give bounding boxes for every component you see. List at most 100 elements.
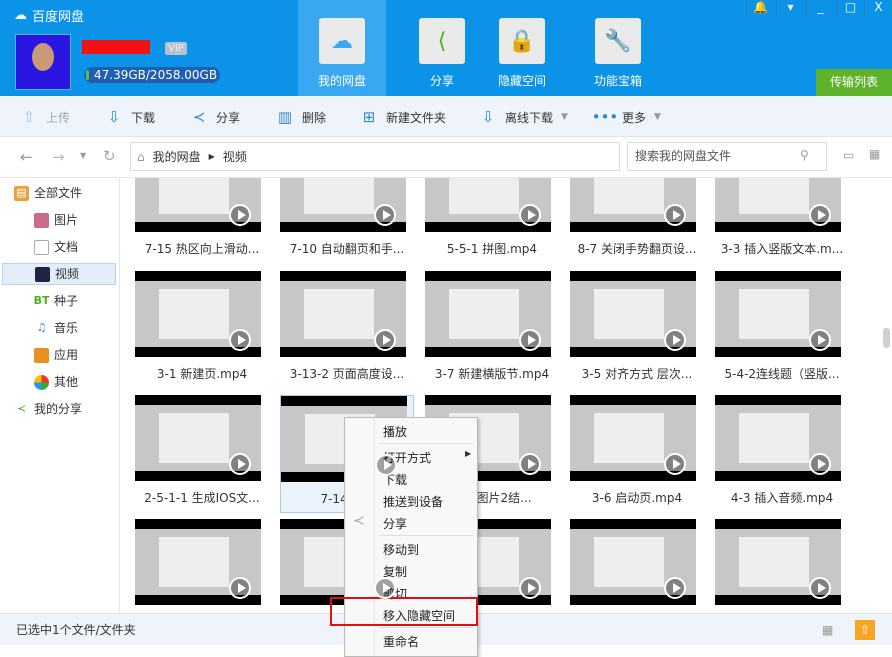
tab-hidden-space[interactable]: 🔒 隐藏空间 [478,0,566,96]
menu-item-rename[interactable]: 重命名 [383,633,419,650]
file-item[interactable]: 3-6 启动页.mp4 [570,395,704,513]
breadcrumb-root[interactable]: 我的网盘 [153,148,201,165]
delete-button[interactable]: ▥ 删除 [276,108,326,126]
more-button[interactable]: ••• 更多 ▼ [592,108,661,126]
video-thumbnail[interactable] [425,178,551,232]
video-thumbnail[interactable] [280,178,406,232]
play-icon[interactable] [664,329,686,351]
play-icon[interactable] [664,204,686,226]
file-item[interactable] [570,519,704,613]
file-item[interactable]: 8-7 关闭手势翻页设... [570,178,704,264]
menu-item-push-to-device[interactable]: 推送到设备 [383,493,443,510]
search-input[interactable]: 搜索我的网盘文件 [627,142,827,171]
play-icon[interactable] [374,204,396,226]
play-icon[interactable] [229,329,251,351]
video-thumbnail[interactable] [135,178,261,232]
list-view-icon[interactable]: ▭ [843,148,854,162]
tab-my-disk[interactable]: ☁ 我的网盘 [298,0,386,96]
play-icon[interactable] [374,329,396,351]
play-icon[interactable] [809,453,831,475]
grid-icon[interactable]: ▦ [822,614,833,646]
file-item[interactable]: 5-4-2连线题（竖版... [715,271,849,389]
video-thumbnail[interactable] [570,271,696,357]
file-item[interactable]: 2-5-1-1 生成IOS文... [135,395,269,513]
bell-button[interactable]: 🔔 [746,0,774,18]
avatar[interactable] [15,34,71,90]
file-item[interactable]: 3-1 新建页.mp4 [135,271,269,389]
video-thumbnail[interactable] [715,178,841,232]
menu-item-play[interactable]: 播放 [383,423,407,440]
file-item[interactable] [135,519,269,613]
play-icon[interactable] [229,204,251,226]
sidebar-item-torrents[interactable]: BT 种子 [34,290,78,312]
close-button[interactable]: X [864,0,892,18]
video-thumbnail[interactable] [280,271,406,357]
sidebar-item-music[interactable]: ♫ 音乐 [34,317,78,339]
refresh-icon[interactable]: ↻ [103,147,116,165]
file-item[interactable]: 3-3 插入竖版文本.m... [715,178,849,264]
play-icon[interactable] [519,453,541,475]
video-thumbnail[interactable] [570,395,696,481]
file-item[interactable]: 4-3 插入音频.mp4 [715,395,849,513]
video-thumbnail[interactable] [715,519,841,605]
video-thumbnail[interactable] [425,271,551,357]
upload-top-icon[interactable]: ⇧ [855,620,875,640]
new-folder-button[interactable]: ⊞ 新建文件夹 [360,108,446,126]
play-icon[interactable] [374,577,396,599]
play-icon[interactable] [519,329,541,351]
download-button[interactable]: ⇩ 下载 [105,108,155,126]
forward-icon[interactable]: → [52,148,65,166]
play-icon[interactable] [664,453,686,475]
minimize-button[interactable]: _ [806,0,834,18]
file-item[interactable]: 7-10 自动翻页和手... [280,178,414,264]
tab-share[interactable]: ⟨ 分享 [398,0,486,96]
video-thumbnail[interactable] [715,271,841,357]
play-icon[interactable] [519,204,541,226]
menu-item-share[interactable]: 分享 [383,515,407,532]
grid-view-icon[interactable]: ▦ [869,147,880,161]
file-item[interactable]: 7-15 热区向上滑动... [135,178,269,264]
play-icon[interactable] [229,577,251,599]
file-item[interactable]: 3-13-2 页面高度设... [280,271,414,389]
file-item[interactable]: 3-5 对齐方式 层次... [570,271,704,389]
back-icon[interactable]: ← [20,148,33,166]
play-icon[interactable] [229,453,251,475]
vip-badge[interactable]: VIP [165,42,187,55]
sidebar-item-all-files[interactable]: ▤ 全部文件 [14,182,82,204]
offline-download-button[interactable]: ⇩ 离线下载 ▼ [479,108,568,126]
menu-item-move-to[interactable]: 移动到 [383,541,419,558]
file-item[interactable]: 3-7 新建横版节.mp4 [425,271,559,389]
file-item[interactable] [715,519,849,613]
tab-toolbox[interactable]: 🔧 功能宝箱 [574,0,662,96]
play-icon[interactable] [809,329,831,351]
play-icon[interactable] [519,577,541,599]
scrollbar-thumb[interactable] [883,328,890,348]
transfer-list-button[interactable]: 传输列表 [816,69,892,96]
video-thumbnail[interactable] [715,395,841,481]
video-thumbnail[interactable] [135,519,261,605]
file-item[interactable]: 5-5-1 拼图.mp4 [425,178,559,264]
play-icon[interactable] [809,577,831,599]
video-thumbnail[interactable] [570,519,696,605]
menu-button[interactable]: ▾ [776,0,804,18]
video-thumbnail[interactable] [135,395,261,481]
video-thumbnail[interactable] [570,178,696,232]
history-dropdown-icon[interactable]: ▼ [80,151,86,160]
sidebar-item-my-share[interactable]: ≺ 我的分享 [14,398,82,420]
play-icon[interactable] [375,454,397,476]
maximize-button[interactable]: □ [836,0,864,18]
play-icon[interactable] [664,577,686,599]
sidebar-item-videos[interactable]: 视频 [2,263,116,285]
upload-button[interactable]: ⇧ 上传 [20,108,70,126]
sidebar-item-other[interactable]: 其他 [34,371,78,393]
play-icon[interactable] [809,204,831,226]
sidebar-item-images[interactable]: 图片 [34,209,78,231]
search-icon[interactable]: ⚲ [800,148,809,162]
share-button[interactable]: ≺ 分享 [190,108,240,126]
video-thumbnail[interactable] [135,271,261,357]
scrollbar[interactable] [881,178,892,613]
breadcrumb-current[interactable]: 视频 [223,148,247,165]
label: 删除 [302,110,327,125]
sidebar-item-docs[interactable]: 文档 [34,236,78,258]
sidebar-item-apps[interactable]: 应用 [34,344,78,366]
